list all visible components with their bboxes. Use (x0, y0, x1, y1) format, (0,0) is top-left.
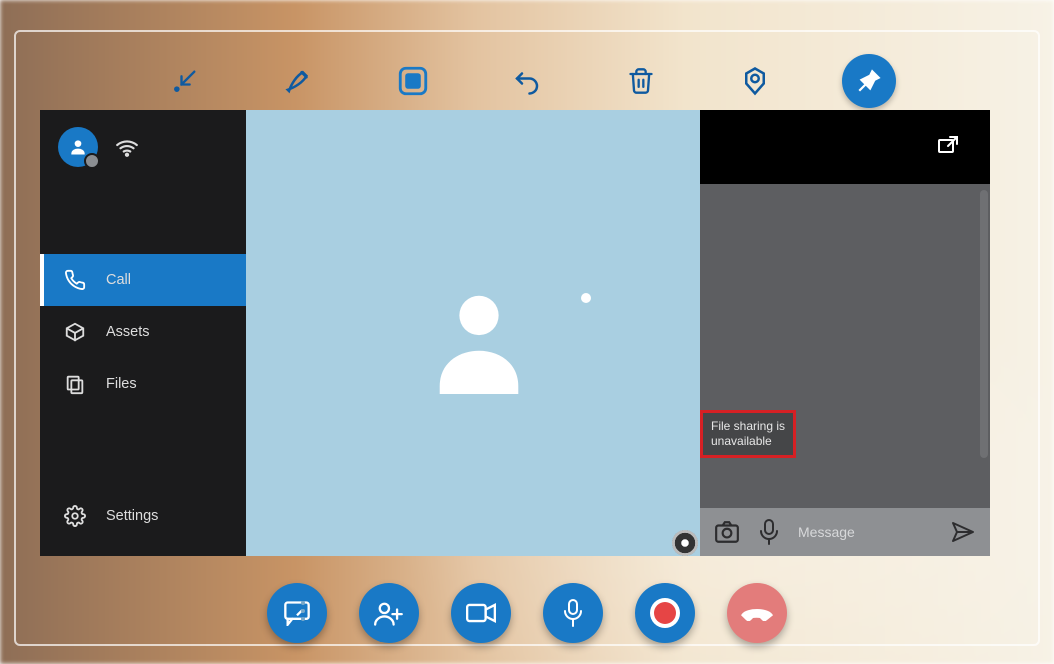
shape-square-icon[interactable] (386, 54, 440, 108)
sidebar-item-label: Files (106, 376, 137, 392)
chat-header (700, 110, 990, 184)
video-area (246, 110, 700, 556)
annotation-toolbar (0, 54, 1054, 108)
remote-cursor (581, 293, 591, 303)
chat-panel: File sharing is unavailable Message (700, 110, 990, 556)
sidebar-header (40, 110, 246, 184)
person-placeholder-icon (431, 284, 527, 399)
arrow-in-icon[interactable] (158, 54, 212, 108)
add-person-button[interactable] (359, 583, 419, 643)
send-icon[interactable] (950, 520, 976, 544)
call-action-bar (0, 578, 1054, 648)
undo-icon[interactable] (500, 54, 554, 108)
camera-capture-icon[interactable] (714, 520, 740, 544)
network-icon[interactable] (114, 132, 140, 163)
lens-decoration (672, 530, 698, 556)
file-sharing-tooltip: File sharing is unavailable (700, 410, 796, 458)
sidebar-item-label: Settings (106, 508, 158, 524)
sidebar-item-call[interactable]: Call (40, 254, 246, 306)
sidebar-item-label: Call (106, 272, 131, 288)
trash-icon[interactable] (614, 54, 668, 108)
popout-icon[interactable] (936, 133, 960, 162)
chat-scrollbar[interactable] (980, 190, 988, 458)
chat-input-bar: Message (700, 508, 990, 556)
pin-icon[interactable] (842, 54, 896, 108)
pen-icon[interactable] (272, 54, 326, 108)
sidebar: Call Assets Files Settings (40, 110, 246, 556)
record-button[interactable] (635, 583, 695, 643)
app-window: Call Assets Files Settings (40, 110, 990, 556)
chat-button[interactable] (267, 583, 327, 643)
message-input[interactable]: Message (798, 524, 932, 540)
chat-messages[interactable]: File sharing is unavailable (700, 184, 990, 508)
sidebar-item-label: Assets (106, 324, 150, 340)
record-indicator-icon (654, 602, 676, 624)
mic-button[interactable] (543, 583, 603, 643)
video-button[interactable] (451, 583, 511, 643)
hangup-button[interactable] (727, 583, 787, 643)
sidebar-item-files[interactable]: Files (40, 358, 246, 410)
more-menu-icon[interactable] (300, 599, 306, 628)
sidebar-item-settings[interactable]: Settings (40, 490, 246, 542)
files-icon (62, 373, 88, 395)
mic-input-icon[interactable] (758, 519, 780, 545)
phone-icon (62, 269, 88, 291)
avatar[interactable] (58, 127, 98, 167)
assets-icon (62, 321, 88, 343)
sidebar-item-assets[interactable]: Assets (40, 306, 246, 358)
location-target-icon[interactable] (728, 54, 782, 108)
settings-icon (62, 505, 88, 527)
